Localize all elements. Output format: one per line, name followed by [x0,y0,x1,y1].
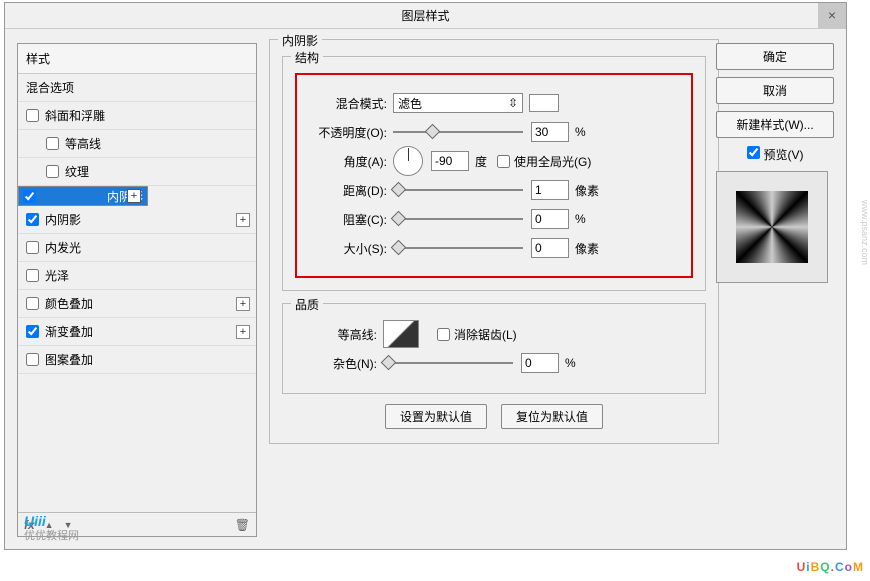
color-swatch[interactable] [529,94,559,112]
sidebar-item-checkbox[interactable] [26,353,39,366]
sidebar-header: 样式 [18,44,256,74]
choke-input[interactable]: 0 [531,209,569,229]
sidebar-item-checkbox[interactable] [23,190,36,203]
size-input[interactable]: 0 [531,238,569,258]
watermark-sub: 优优教程网 [24,527,79,543]
quality-title: 品质 [291,296,323,313]
layer-style-dialog: 图层样式 × 样式 混合选项 斜面和浮雕等高线纹理内阴影+内阴影+内发光光泽颜色… [4,2,847,550]
sidebar-item-label: 渐变叠加 [45,323,93,340]
ok-button[interactable]: 确定 [716,43,834,70]
sidebar-item-label: 斜面和浮雕 [45,107,105,124]
sidebar-item-1[interactable]: 等高线 [18,130,256,158]
sidebar-item-label: 图案叠加 [45,351,93,368]
preview-box [716,171,828,283]
blend-mode-label: 混合模式: [305,95,387,112]
sidebar-item-label: 颜色叠加 [45,295,93,312]
sidebar-item-checkbox[interactable] [26,297,39,310]
sidebar-item-9[interactable]: 图案叠加 [18,346,256,374]
contour-picker[interactable] [383,320,419,348]
distance-input[interactable]: 1 [531,180,569,200]
panel-title: 内阴影 [278,32,322,49]
reset-default-button[interactable]: 复位为默认值 [501,404,603,429]
angle-input[interactable]: -90 [431,151,469,171]
close-button[interactable]: × [818,3,846,29]
opacity-input[interactable]: 30 [531,122,569,142]
angle-label: 角度(A): [305,153,387,170]
choke-label: 阻塞(C): [305,211,387,228]
trash-icon[interactable]: 🗑 [235,518,250,532]
noise-label: 杂色(N): [295,355,377,372]
sidebar-item-checkbox[interactable] [26,213,39,226]
sidebar-item-checkbox[interactable] [26,269,39,282]
cancel-button[interactable]: 取消 [716,77,834,104]
sidebar-item-0[interactable]: 斜面和浮雕 [18,102,256,130]
sidebar-item-4[interactable]: 内阴影 + [18,206,256,234]
styles-sidebar: 样式 混合选项 斜面和浮雕等高线纹理内阴影+内阴影+内发光光泽颜色叠加+渐变叠加… [17,43,257,537]
sidebar-item-label: 纹理 [65,163,89,180]
dialog-title: 图层样式 [401,9,449,23]
antialias-checkbox[interactable]: 消除锯齿(L) [437,326,517,343]
right-panel: 确定 取消 新建样式(W)... 预览(V) [716,43,834,283]
opacity-slider[interactable] [393,124,523,140]
blend-mode-select[interactable]: 滤色⇳ [393,93,523,113]
preview-checkbox[interactable]: 预览(V) [716,146,834,163]
global-light-checkbox[interactable]: 使用全局光(G) [497,153,591,170]
sidebar-item-label: 光泽 [45,267,69,284]
chevron-updown-icon: ⇳ [508,96,518,110]
add-effect-icon[interactable]: + [127,189,141,203]
settings-panel: 内阴影 结构 混合模式: 滤色⇳ 不透明度(O): 30 % [269,39,719,452]
choke-slider[interactable] [393,211,523,227]
sidebar-item-2[interactable]: 纹理 [18,158,256,186]
add-effect-icon[interactable]: + [236,297,250,311]
sidebar-blend-options[interactable]: 混合选项 [18,74,256,102]
sidebar-item-3[interactable]: 内阴影+ [18,186,148,206]
sidebar-item-5[interactable]: 内发光 [18,234,256,262]
sidebar-item-7[interactable]: 颜色叠加 + [18,290,256,318]
new-style-button[interactable]: 新建样式(W)... [716,111,834,138]
size-slider[interactable] [393,240,523,256]
sidebar-item-label: 内发光 [45,239,81,256]
sidebar-item-label: 内阴影 [45,211,81,228]
sidebar-item-checkbox[interactable] [46,137,59,150]
noise-input[interactable]: 0 [521,353,559,373]
highlight-box: 混合模式: 滤色⇳ 不透明度(O): 30 % 角度(A): [295,73,693,278]
add-effect-icon[interactable]: + [236,325,250,339]
distance-label: 距离(D): [305,182,387,199]
sidebar-item-6[interactable]: 光泽 [18,262,256,290]
make-default-button[interactable]: 设置为默认值 [385,404,487,429]
sidebar-item-checkbox[interactable] [26,109,39,122]
angle-dial[interactable] [393,146,423,176]
contour-label: 等高线: [295,326,377,343]
sidebar-item-checkbox[interactable] [26,325,39,338]
titlebar: 图层样式 × [5,3,846,29]
opacity-label: 不透明度(O): [305,124,387,141]
watermark-site: UiBQ.CoM [797,554,864,577]
add-effect-icon[interactable]: + [236,213,250,227]
sidebar-item-8[interactable]: 渐变叠加 + [18,318,256,346]
size-label: 大小(S): [305,240,387,257]
preview-thumbnail [736,191,808,263]
sidebar-item-checkbox[interactable] [26,241,39,254]
structure-title: 结构 [291,49,323,66]
sidebar-item-checkbox[interactable] [46,165,59,178]
noise-slider[interactable] [383,355,513,371]
watermark-side: www.psanz.com [860,200,870,265]
distance-slider[interactable] [393,182,523,198]
sidebar-item-label: 等高线 [65,135,101,152]
